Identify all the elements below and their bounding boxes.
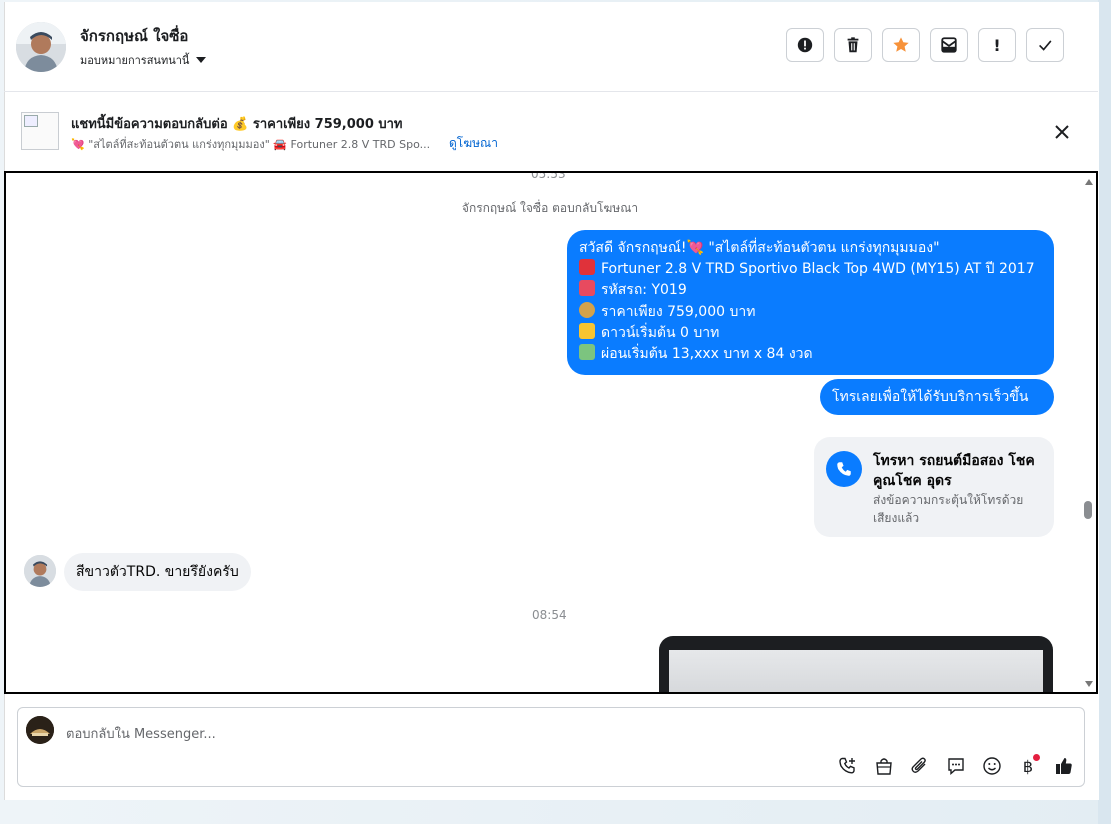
emoji-button[interactable] xyxy=(980,754,1004,778)
money-wings-emoji-icon xyxy=(579,344,595,361)
car-photo xyxy=(669,650,1043,692)
smiley-icon xyxy=(983,757,1001,775)
chat-bubble-icon xyxy=(948,758,964,776)
thumbs-up-icon xyxy=(1056,758,1072,774)
star-emoji-icon xyxy=(579,322,595,339)
pin-emoji-icon xyxy=(579,280,595,297)
header-divider xyxy=(4,91,1098,92)
reply-input-placeholder[interactable]: ตอบกลับใน Messenger... xyxy=(66,723,216,744)
person-photo-icon xyxy=(16,22,66,72)
incoming-message: สีขาวตัวTRD. ขายรึยังครับ xyxy=(64,553,251,591)
money-bag-emoji-icon xyxy=(579,301,595,318)
alert-circle-icon xyxy=(797,37,813,53)
call-card-title: โทรหา รถยนต์มือสอง โชคคูณโชค อุดร xyxy=(873,453,1035,489)
like-button[interactable] xyxy=(1052,754,1076,778)
timestamp-mid: 08:54 xyxy=(532,608,567,622)
window-edge xyxy=(1098,0,1111,824)
message-line: สวัสดี จักรกฤษณ์!💘 "สไตล์ที่สะท้อนตัวตน … xyxy=(579,240,940,256)
shop-button[interactable] xyxy=(872,754,896,778)
message-line: ดาวน์เริ่มต้น 0 บาท xyxy=(601,324,720,341)
delete-button[interactable] xyxy=(834,28,872,62)
message-composer[interactable]: ตอบกลับใน Messenger... ฿ xyxy=(17,707,1085,787)
assign-conversation-dropdown[interactable]: มอบหมายการสนทนานี้ xyxy=(80,51,207,69)
caret-down-icon xyxy=(196,57,207,63)
scroll-up-arrow-icon[interactable] xyxy=(1085,179,1093,185)
scroll-down-arrow-icon[interactable] xyxy=(1085,681,1093,687)
ad-reply-notice: จักรกฤษณ์ ใจซื่อ ตอบกลับโฆษณา xyxy=(461,201,639,215)
phone-plus-icon xyxy=(839,757,855,774)
contact-name: จักรกฤษณ์ ใจซื่อ xyxy=(80,27,189,45)
paperclip-icon xyxy=(911,757,926,773)
spam-button[interactable]: ! xyxy=(978,28,1016,62)
attach-button[interactable] xyxy=(908,754,932,778)
mail-icon xyxy=(941,37,957,53)
ad-title: แชทนี้มีข้อความตอบกลับต่อ 💰 ราคาเพียง 75… xyxy=(71,117,403,132)
notification-dot xyxy=(1033,754,1040,761)
assign-label: มอบหมายการสนทนานี้ xyxy=(80,54,190,67)
report-button[interactable] xyxy=(786,28,824,62)
star-icon xyxy=(893,37,909,52)
exclamation-icon: ! xyxy=(993,35,1001,55)
star-button[interactable] xyxy=(882,28,920,62)
payment-button[interactable]: ฿ xyxy=(1016,754,1040,778)
outgoing-message-ad: สวัสดี จักรกฤษณ์!💘 "สไตล์ที่สะท้อนตัวตน … xyxy=(567,230,1054,375)
shopping-bag-icon xyxy=(876,758,892,775)
mark-done-button[interactable] xyxy=(1026,28,1064,62)
trash-icon xyxy=(847,37,859,53)
composer-toolbar: ฿ xyxy=(836,754,1076,778)
outgoing-image-message[interactable] xyxy=(659,636,1053,692)
view-ad-link[interactable]: ดูโฆษณา xyxy=(449,134,498,153)
scrollbar-thumb[interactable] xyxy=(1084,501,1092,519)
contact-avatar[interactable] xyxy=(16,22,66,72)
check-icon xyxy=(1039,40,1052,51)
message-line: Fortuner 2.8 V TRD Sportivo Black Top 4W… xyxy=(601,261,1035,278)
scrollbar[interactable] xyxy=(1082,173,1096,692)
saved-replies-button[interactable] xyxy=(944,754,968,778)
mark-unread-button[interactable] xyxy=(930,28,968,62)
timestamp-top: 05:53 xyxy=(531,171,566,181)
page-avatar xyxy=(26,716,54,744)
message-list[interactable]: 05:53 จักรกฤษณ์ ใจซื่อ ตอบกลับโฆษณา สวัส… xyxy=(4,171,1098,694)
add-call-button[interactable] xyxy=(836,754,860,778)
call-card[interactable]: โทรหา รถยนต์มือสอง โชคคูณโชค อุดร ส่งข้อ… xyxy=(814,437,1054,537)
phone-icon xyxy=(826,451,862,487)
car-emoji-icon xyxy=(579,259,595,276)
message-line: รหัสรถ: Y019 xyxy=(601,282,687,299)
ad-subtitle: 💘 "สไตล์ที่สะท้อนตัวตน แกร่งทุกมุมมอง" 🚘… xyxy=(71,138,431,151)
ad-thumbnail xyxy=(21,112,59,150)
message-line: ราคาเพียง 759,000 บาท xyxy=(601,303,756,320)
close-icon[interactable] xyxy=(1052,122,1072,142)
baht-icon: ฿ xyxy=(1022,756,1034,776)
person-photo-icon xyxy=(24,555,56,587)
call-card-subtitle: ส่งข้อความกระตุ้นให้โทรด้วยเสียงแล้ว xyxy=(873,493,1024,525)
outgoing-message-call-prompt: โทรเลยเพื่อให้ได้รับบริการเร็วขึ้น xyxy=(820,379,1054,415)
message-line: ผ่อนเริ่มต้น 13,xxx บาท x 84 งวด xyxy=(601,346,813,363)
contact-avatar-small xyxy=(24,555,56,587)
